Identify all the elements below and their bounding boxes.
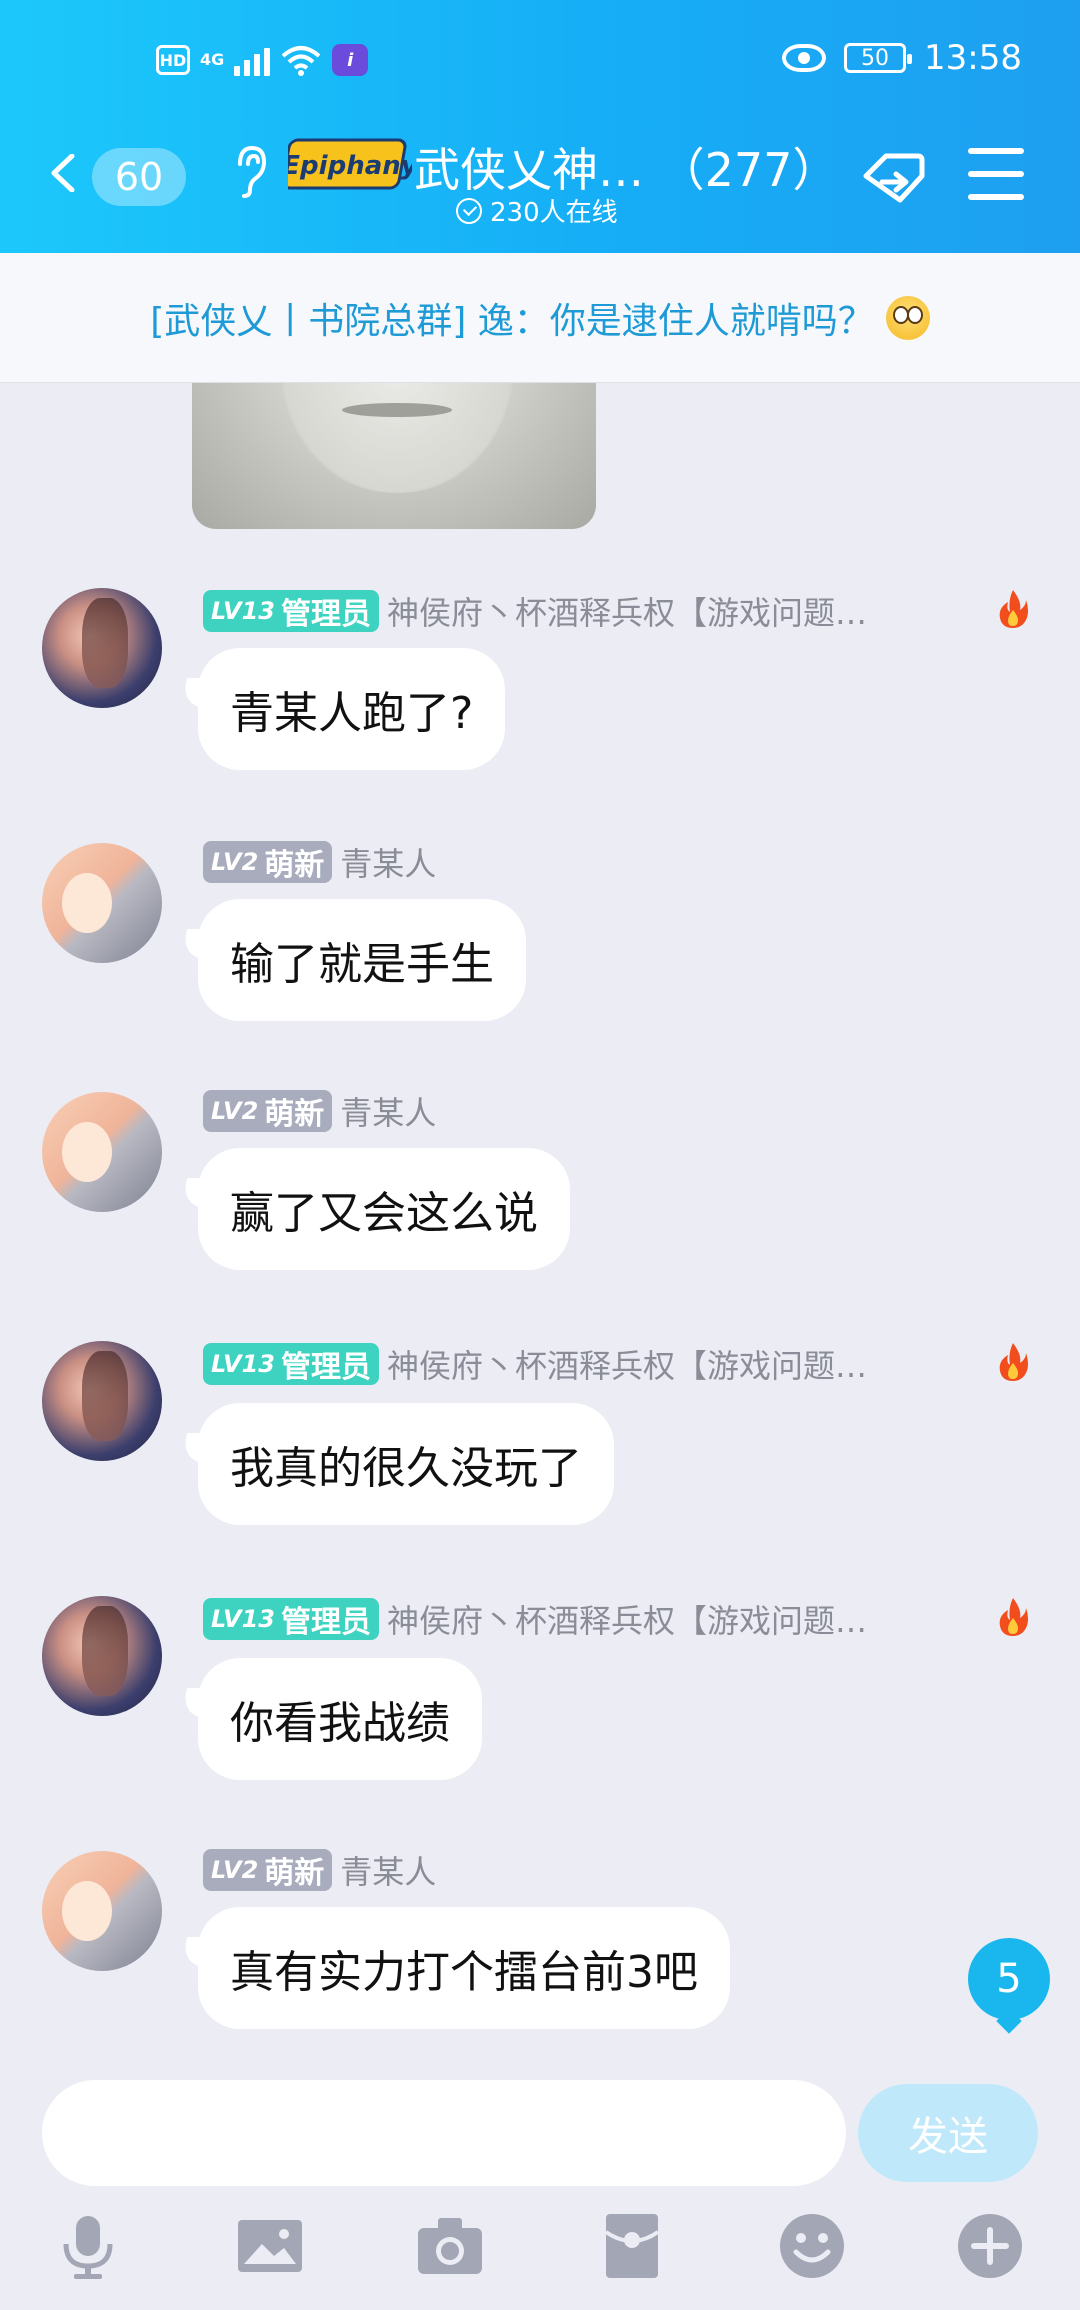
chat-area[interactable]: LV13 管理员 神侯府丶杯酒释兵权【游戏问题… 青某人跑了? LV2 萌新 青… [0,253,1080,2078]
status-bar: HD 4G i 50 13:58 [0,0,1080,120]
network-type: 4G [200,50,225,69]
message-meta: LV13 管理员 神侯府丶杯酒释兵权【游戏问题… [203,1341,867,1387]
menu-icon[interactable] [968,148,1024,200]
signal-icon [234,44,271,76]
online-count: 230人在线 [490,198,618,228]
level-badge: LV2 萌新 [203,841,333,883]
message-bubble[interactable]: 输了就是手生 [198,899,526,1021]
message-bubble[interactable]: 我真的很久没玩了 [198,1403,614,1525]
message-bubble[interactable]: 青某人跑了? [198,648,506,770]
level-badge: LV13 管理员 [203,1343,379,1385]
hd-indicator: HD [156,45,190,75]
battery-icon: 50 [844,43,913,73]
message-meta: LV13 管理员 神侯府丶杯酒释兵权【游戏问题… [203,588,867,634]
plus-icon[interactable] [954,2210,1026,2282]
red-packet-icon[interactable] [596,2210,668,2282]
back-arrow-icon[interactable] [46,154,84,192]
status-right: 50 13:58 [782,38,1022,78]
send-button[interactable]: 发送 [858,2084,1038,2182]
message-bubble[interactable]: 你看我战绩 [198,1658,482,1780]
group-name: 武侠乂神… [414,143,644,197]
message-input[interactable] [42,2080,846,2186]
fire-icon [999,590,1028,628]
status-left: HD 4G i [156,44,369,76]
message-bubble[interactable]: 真有实力打个擂台前3吧 [198,1907,730,2029]
new-message-badge[interactable]: 5 [968,1938,1050,2020]
sender-name[interactable]: 神侯府丶杯酒释兵权【游戏问题… [387,1341,867,1387]
ear-icon[interactable] [228,142,268,202]
message-meta: LV2 萌新 青某人 [203,839,436,885]
sender-name[interactable]: 神侯府丶杯酒释兵权【游戏问题… [387,588,867,634]
clock: 13:58 [924,38,1022,78]
input-toolbar [0,2210,1080,2300]
sender-name[interactable]: 神侯府丶杯酒释兵权【游戏问题… [387,1596,867,1642]
message-meta: LV2 萌新 青某人 [203,1088,436,1134]
avatar[interactable] [42,843,162,963]
level-badge: LV13 管理员 [203,1598,379,1640]
microphone-icon[interactable] [52,2210,124,2282]
online-check-icon [456,197,482,224]
eye-comfort-icon [782,44,827,72]
svg-text:Epiphany: Epiphany [288,151,412,181]
message-meta: LV13 管理员 神侯府丶杯酒释兵权【游戏问题… [203,1596,867,1642]
camera-icon[interactable] [414,2210,486,2282]
share-icon[interactable] [856,142,928,214]
emoji-icon[interactable] [776,2210,848,2282]
level-badge: LV2 萌新 [203,1090,333,1132]
app-notification-icon: i [332,44,369,76]
avatar[interactable] [42,1092,162,1212]
fire-icon [999,1598,1028,1636]
image-icon[interactable] [234,2210,306,2282]
notice-text: [武侠乂丨书院总群] 逸：你是逮住人就啃吗？ [150,300,874,342]
chat-header: HD 4G i 50 13:58 60 Epiphany 武侠乂神… （277）… [0,0,1080,253]
member-count: （277） [658,143,839,197]
sender-name[interactable]: 青某人 [340,1847,436,1893]
group-logo: Epiphany [288,138,412,190]
wifi-icon [280,44,322,76]
nav-bar: 60 Epiphany 武侠乂神… （277） 230人在线 [0,120,1080,253]
fire-icon [999,1343,1028,1381]
avatar[interactable] [42,1341,162,1461]
avatar[interactable] [42,1596,162,1716]
level-badge: LV2 萌新 [203,1849,333,1891]
shocked-emoji-icon [885,295,930,340]
level-badge: LV13 管理员 [203,590,379,632]
sender-name[interactable]: 青某人 [340,839,436,885]
message-meta: LV2 萌新 青某人 [203,1847,436,1893]
group-notice-bar[interactable]: [武侠乂丨书院总群] 逸：你是逮住人就啃吗？ [0,253,1080,383]
group-title[interactable]: 武侠乂神… （277） [414,134,838,200]
avatar[interactable] [42,588,162,708]
sender-name[interactable]: 青某人 [340,1088,436,1134]
unread-back-badge[interactable]: 60 [92,148,186,206]
online-status: 230人在线 [456,192,618,229]
message-bubble[interactable]: 赢了又会这么说 [198,1148,570,1270]
avatar[interactable] [42,1851,162,1971]
input-bar: 发送 [0,2078,1080,2310]
